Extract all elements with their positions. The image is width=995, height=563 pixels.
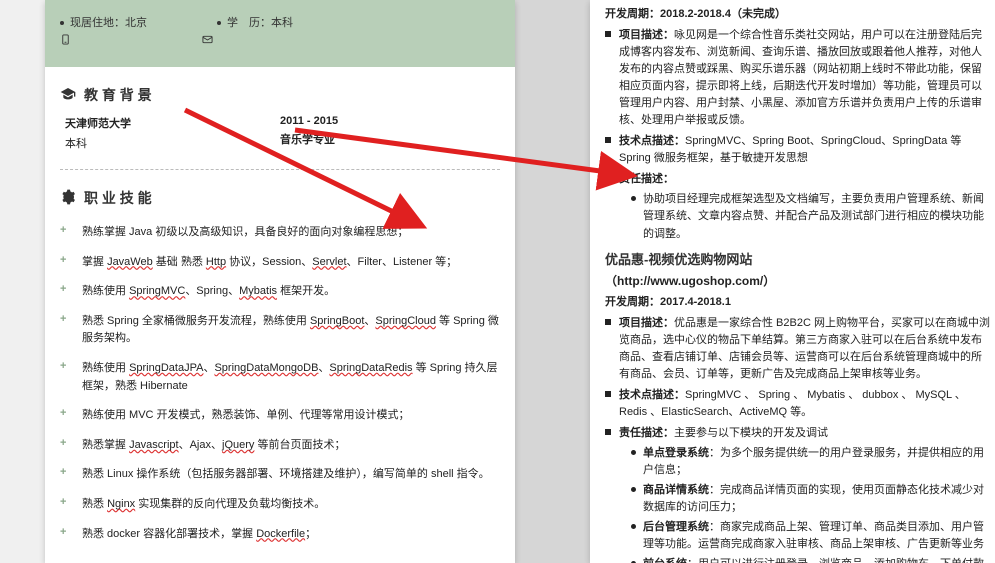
plus-icon: + [60,466,72,484]
skill-text: 熟练使用 SpringDataJPA、SpringDataMongoDB、Spr… [82,360,500,395]
university: 天津师范大学 [65,115,280,131]
sub-item: 协助项目经理完成框架选型及文档编写，主要负责用户管理系统、新闻管理系统、文章内容… [631,191,990,242]
project-item: 项目描述：咏见网是一个综合性音乐类社交网站，用户可以在注册登陆后完成博客内容发布… [605,27,990,129]
mail-icon [201,34,214,48]
skill-item: + 掌握 JavaWeb 基础 熟悉 Http 协议，Session、Servle… [60,248,500,278]
project-item: 技术点描述：SpringMVC、Spring Boot、SpringCloud、… [605,133,990,167]
project-item: 责任描述：主要参与以下模块的开发及调试单点登录系统：为多个服务提供统一的用户登录… [605,425,990,563]
plus-icon: + [60,407,72,425]
skill-item: + 熟悉掌握 Javascript、Ajax、jQuery 等前台页面技术； [60,431,500,461]
sub-item: 后台管理系统：商家完成商品上架、管理订单、商品类目添加、用户管理等功能。运营商完… [631,519,990,553]
years: 2011 - 2015 [280,115,495,127]
plus-icon: + [60,224,72,242]
location-line: 现居住地：北京 [60,14,147,30]
plus-icon: + [60,526,72,544]
skill-text: 熟练使用 MVC 开发模式，熟悉装饰、单例、代理等常用设计模式； [82,407,500,425]
gear-icon [60,189,76,208]
skill-item: + 熟悉 docker 容器化部署技术，掌握 Dockerfile； [60,520,500,550]
skill-item: + 熟练使用 SpringDataJPA、SpringDataMongoDB、Sp… [60,354,500,401]
section-skills-header: 职 业 技 能 [60,188,500,208]
skill-item: + 熟练掌握 Java 初级以及高级知识，具备良好的面向对象编程思想； [60,218,500,248]
skills-list: + 熟练掌握 Java 初级以及高级知识，具备良好的面向对象编程思想； + 掌握 Ja… [45,218,515,549]
skill-text: 掌握 JavaWeb 基础 熟悉 Http 协议，Session、Servlet… [82,254,500,272]
divider [60,169,500,170]
plus-icon: + [60,437,72,455]
resume-page-1: 现居住地：北京 学 历：本科 教 育 背 景 天津师范大学 本科 2011 - … [45,0,515,563]
skill-text: 熟悉 docker 容器化部署技术，掌握 Dockerfile； [82,526,500,544]
skill-item: + 熟悉 Nginx 实现集群的反向代理及负载均衡技术。 [60,490,500,520]
page-gap [515,0,590,563]
project1-block: 开发周期：2018.2-2018.4（未完成） 项目描述：咏见网是一个综合性音乐… [605,5,990,243]
education-block: 天津师范大学 本科 2011 - 2015 音乐学专业 [45,115,515,165]
project-item: 项目描述：优品惠是一家综合性 B2B2C 网上购物平台，买家可以在商城中浏览商品… [605,315,990,383]
skill-text: 熟悉掌握 Javascript、Ajax、jQuery 等前台页面技术； [82,437,500,455]
skill-text: 熟悉 Linux 操作系统（包括服务器部署、环境搭建及维护），编写简单的 she… [82,466,500,484]
project2-title: 优品惠-视频优选购物网站 [605,249,990,268]
education-line: 学 历：本科 [217,14,293,30]
plus-icon: + [60,313,72,348]
sub-item: 单点登录系统：为多个服务提供统一的用户登录服务，并提供相应的用户信息； [631,445,990,479]
skill-text: 熟悉 Nginx 实现集群的反向代理及负载均衡技术。 [82,496,500,514]
skill-item: + 熟悉 Linux 操作系统（包括服务器部署、环境搭建及维护），编写简单的 sh… [60,460,500,490]
skill-item: + 熟练使用 MVC 开发模式，熟悉装饰、单例、代理等常用设计模式； [60,401,500,431]
skill-text: 熟悉 Spring 全家桶微服务开发流程，熟练使用 SpringBoot、Spr… [82,313,500,348]
skill-item: + 熟练使用 SpringMVC、Spring、Mybatis 框架开发。 [60,277,500,307]
plus-icon: + [60,254,72,272]
plus-icon: + [60,283,72,301]
project-item: 责任描述：协助项目经理完成框架选型及文档编写，主要负责用户管理系统、新闻管理系统… [605,171,990,242]
project2-items: 项目描述：优品惠是一家综合性 B2B2C 网上购物平台，买家可以在商城中浏览商品… [605,315,990,563]
resume-page-2: 开发周期：2018.2-2018.4（未完成） 项目描述：咏见网是一个综合性音乐… [590,0,995,563]
phone-icon [60,34,71,48]
skill-text: 熟练掌握 Java 初级以及高级知识，具备良好的面向对象编程思想； [82,224,500,242]
graduation-icon [60,86,76,105]
major: 音乐学专业 [280,131,495,147]
degree: 本科 [65,135,280,151]
plus-icon: + [60,360,72,395]
plus-icon: + [60,496,72,514]
sub-item: 前台系统：用户可以进行注册登录、浏览商品、添加购物车、下单付款等操作。 [631,556,990,563]
sub-item: 商品详情系统：完成商品详情页面的实现，使用页面静态化技术减少对数据库的访问压力； [631,482,990,516]
resume-header: 现居住地：北京 学 历：本科 [45,0,515,67]
skill-item: + 熟悉 Spring 全家桶微服务开发流程，熟练使用 SpringBoot、Sp… [60,307,500,354]
skill-text: 熟练使用 SpringMVC、Spring、Mybatis 框架开发。 [82,283,500,301]
project2-url: （http://www.ugoshop.com/） [605,272,990,289]
section-education-header: 教 育 背 景 [60,85,500,105]
project-item: 技术点描述：SpringMVC 、 Spring 、 Mybatis 、 dub… [605,387,990,421]
